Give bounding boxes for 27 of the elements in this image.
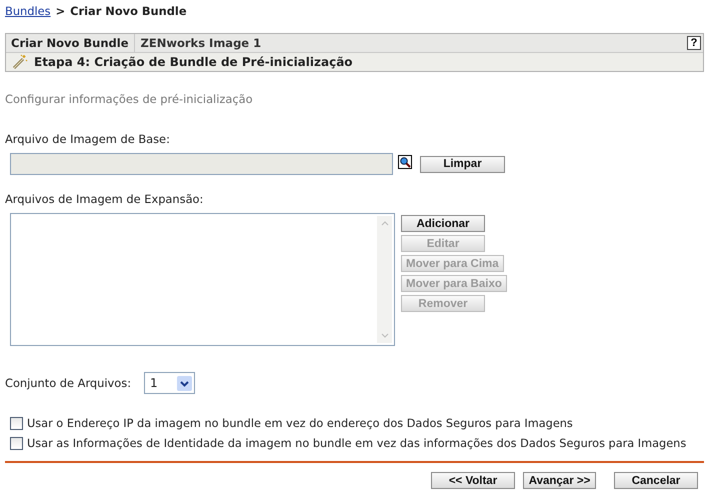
base-image-field[interactable] bbox=[10, 153, 393, 175]
file-set-label: Conjunto de Arquivos: bbox=[5, 376, 132, 390]
file-set-dropdown[interactable]: 1 bbox=[144, 372, 196, 394]
wand-icon bbox=[12, 54, 28, 70]
help-button[interactable]: ? bbox=[687, 36, 701, 50]
expansion-image-list[interactable] bbox=[10, 213, 395, 346]
checkbox[interactable] bbox=[10, 437, 23, 450]
list-action-button[interactable]: Adicionar bbox=[401, 215, 485, 232]
bundle-name: ZENworks Image 1 bbox=[140, 36, 262, 50]
clear-button[interactable]: Limpar bbox=[420, 156, 505, 172]
footer-button[interactable]: << Voltar bbox=[431, 472, 515, 489]
footer-button[interactable]: Cancelar bbox=[614, 472, 698, 489]
checkbox-label: Usar as Informações de Identidade da imagem no bundle em vez das informações dos Dados Seguros para Imagens bbox=[27, 437, 686, 450]
field-label: Arquivo de Imagem de Base: bbox=[5, 132, 171, 146]
list-label: Arquivos de Imagem de Expansão: bbox=[5, 192, 204, 206]
footer-button[interactable]: Avançar >> bbox=[523, 472, 596, 489]
section-subtitle: Configurar informações de pré-inicialização bbox=[5, 92, 254, 106]
breadcrumb-separator: > bbox=[56, 4, 66, 18]
checkbox[interactable] bbox=[10, 417, 23, 430]
scrollbar[interactable] bbox=[377, 216, 392, 343]
breadcrumb-link[interactable]: Bundles bbox=[5, 4, 51, 18]
search-icon[interactable] bbox=[398, 155, 412, 169]
dropdown-caret-icon[interactable] bbox=[177, 376, 192, 390]
header-title: Criar Novo Bundle bbox=[6, 34, 135, 52]
breadcrumb-current: Criar Novo Bundle bbox=[70, 4, 187, 18]
checkbox-label: Usar o Endereço IP da imagem no bundle em vez do endereço dos Dados Seguros para Imagens bbox=[27, 417, 573, 430]
step-title: Etapa 4: Criação de Bundle de Pré-inicialização bbox=[34, 55, 353, 69]
